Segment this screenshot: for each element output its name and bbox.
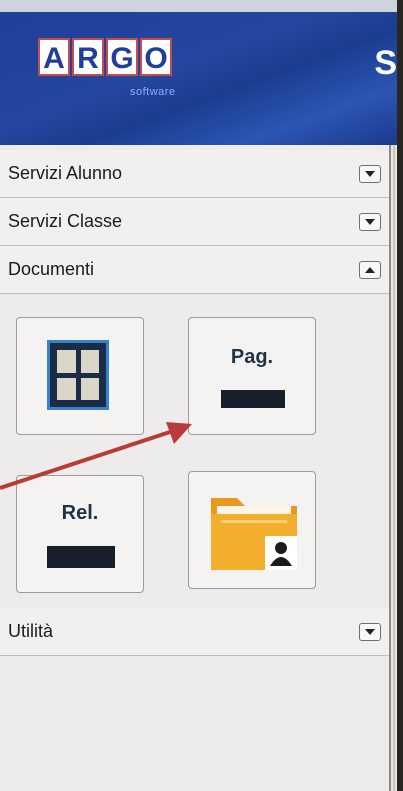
section-servizi-classe[interactable]: Servizi Classe [0,198,389,246]
pagella-icon [221,390,285,408]
section-servizi-alunno[interactable]: Servizi Alunno [0,150,389,198]
section-label: Utilità [8,621,54,641]
registro-grid-icon [47,340,109,410]
expand-toggle-icon[interactable] [359,212,381,231]
tile-label: Pag. [230,346,274,368]
tile-pagella[interactable]: Pag. [188,317,316,435]
app-header: A R G O software S [0,0,397,145]
panel-divider-shadow [393,145,395,791]
relazione-icon [47,546,115,568]
student-folder-icon [211,498,297,570]
logo-letter-o: O [140,38,172,76]
argo-logo[interactable]: A R G O [38,38,172,76]
section-label: Documenti [8,259,95,279]
app-screen: A R G O software S Servizi Alunno Serviz… [0,0,397,791]
top-strip [0,0,397,12]
expand-toggle-icon[interactable] [359,622,381,641]
logo-letter-a: A [38,38,70,76]
header-title-cut: S [374,44,397,82]
logo-subtitle: software [130,86,176,98]
annotation-arrow [0,422,192,490]
section-documenti[interactable]: Documenti [0,246,389,294]
logo-letter-g: G [106,38,138,76]
panel-divider [389,145,391,791]
section-label: Servizi Alunno [8,163,123,183]
section-utilita[interactable]: Utilità [0,608,389,656]
logo-letter-r: R [72,38,104,76]
expand-toggle-icon[interactable] [359,164,381,183]
section-label: Servizi Classe [8,211,123,231]
tile-label: Rel. [61,502,99,524]
collapse-toggle-icon[interactable] [359,260,381,279]
tile-scheda-alunno[interactable] [188,471,316,589]
